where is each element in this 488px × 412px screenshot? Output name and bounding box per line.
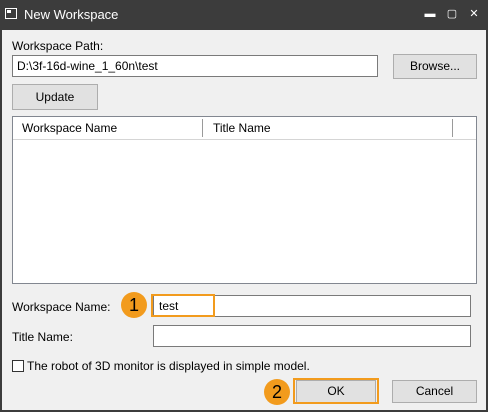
- title-name-label: Title Name:: [12, 330, 73, 344]
- close-icon[interactable]: ✕: [468, 8, 480, 20]
- simple-model-label[interactable]: The robot of 3D monitor is displayed in …: [27, 359, 310, 373]
- workspace-name-label: Workspace Name:: [12, 300, 111, 314]
- step-1-marker: 1: [121, 292, 147, 318]
- new-workspace-dialog: New Workspace ▬ ▢ ✕ Workspace Path: D:\3…: [0, 0, 488, 412]
- window-icon: [5, 8, 17, 19]
- window-title: New Workspace: [24, 7, 119, 22]
- title-bar[interactable]: New Workspace ▬ ▢ ✕: [0, 0, 488, 30]
- maximize-icon[interactable]: ▢: [446, 8, 458, 20]
- column-header-title-name[interactable]: Title Name: [213, 117, 271, 139]
- workspace-name-highlight: [151, 294, 215, 317]
- browse-button[interactable]: Browse...: [393, 54, 477, 79]
- list-header: Workspace Name Title Name: [13, 117, 476, 140]
- dialog-body: Workspace Path: D:\3f-16d-wine_1_60n\tes…: [2, 30, 486, 410]
- update-button[interactable]: Update: [12, 84, 98, 110]
- workspace-path-label: Workspace Path:: [12, 39, 104, 53]
- workspace-list[interactable]: Workspace Name Title Name: [12, 116, 477, 284]
- column-divider[interactable]: [202, 119, 203, 137]
- workspace-path-input[interactable]: D:\3f-16d-wine_1_60n\test: [12, 55, 378, 77]
- cancel-button[interactable]: Cancel: [392, 380, 477, 403]
- minimize-icon[interactable]: ▬: [424, 8, 436, 20]
- column-header-workspace-name[interactable]: Workspace Name: [22, 117, 117, 139]
- simple-model-checkbox[interactable]: [12, 360, 24, 372]
- step-2-marker: 2: [264, 379, 290, 405]
- ok-button-highlight: [293, 378, 379, 404]
- title-name-input[interactable]: [153, 325, 471, 347]
- column-divider[interactable]: [452, 119, 453, 137]
